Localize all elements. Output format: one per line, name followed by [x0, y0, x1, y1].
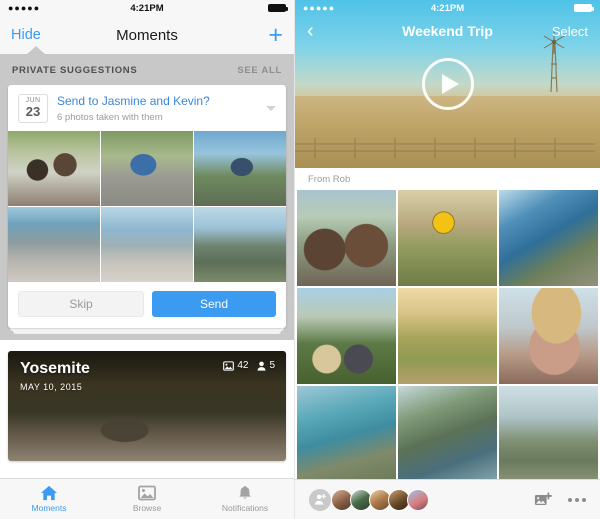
tab-moments[interactable]: Moments: [0, 485, 98, 513]
select-button[interactable]: Select: [552, 24, 588, 39]
photo-icon: [223, 361, 235, 371]
moment-meta: Yosemite MAY 10, 2015 42 5: [20, 360, 275, 392]
photo-thumbnail[interactable]: [297, 288, 396, 384]
tab-notifications[interactable]: Notifications: [196, 485, 294, 513]
left-tab-bar: Moments Browse Notifications: [0, 478, 294, 519]
send-button[interactable]: Send: [152, 291, 276, 318]
album-photo-grid: [295, 190, 600, 482]
left-status-bar: ●●●●● 4:21PM: [0, 0, 294, 16]
photo-count: 42: [237, 360, 249, 372]
chevron-down-icon[interactable]: [266, 105, 276, 111]
people-count: 5: [269, 360, 275, 372]
add-person-glyph: [314, 493, 326, 505]
skip-button[interactable]: Skip: [18, 291, 144, 318]
suggestion-photo-grid: [8, 130, 286, 283]
suggestions-title: PRIVATE SUGGESTIONS: [12, 65, 138, 76]
status-time: 4:21PM: [430, 2, 465, 14]
play-button[interactable]: [421, 58, 474, 110]
avatar[interactable]: [407, 488, 429, 511]
right-phone-screen: ●●●●● 4:21PM ‹ Weekend Trip Select From …: [295, 0, 600, 519]
battery-full-icon: [574, 4, 594, 12]
see-all-link[interactable]: SEE ALL: [237, 65, 282, 76]
bottom-bar-actions: [534, 491, 586, 508]
photo-thumbnail[interactable]: [499, 190, 598, 286]
status-time: 4:21PM: [130, 2, 164, 14]
more-dots-icon[interactable]: [568, 497, 586, 502]
page-title: Moments: [116, 26, 178, 44]
right-nav-bar: ‹ Weekend Trip Select: [295, 16, 600, 46]
photo-thumbnail[interactable]: [297, 386, 396, 482]
photo-thumbnail[interactable]: [194, 130, 286, 206]
date-day: 23: [25, 103, 41, 119]
participants-avatars: [309, 488, 429, 511]
moments-list: Yosemite MAY 10, 2015 42 5: [0, 340, 294, 462]
add-photo-icon[interactable]: [534, 491, 552, 508]
suggestions-header: PRIVATE SUGGESTIONS SEE ALL: [0, 54, 294, 85]
date-badge: JUN 23: [18, 94, 48, 123]
tab-label-browse: Browse: [132, 503, 162, 513]
hero-fence: [295, 138, 595, 158]
home-icon: [41, 485, 57, 501]
right-bottom-bar: [295, 479, 600, 519]
battery-full-icon: [268, 4, 288, 12]
play-icon: [441, 74, 459, 94]
suggestion-card-stack: JUN 23 Send to Jasmine and Kevin? 6 phot…: [8, 85, 286, 335]
bell-icon: [239, 485, 251, 499]
suggestion-card-actions: Skip Send: [8, 282, 286, 328]
tab-label-moments: Moments: [31, 503, 67, 513]
suggestion-headline[interactable]: Send to Jasmine and Kevin?: [57, 94, 260, 110]
photo-thumbnail[interactable]: [101, 207, 193, 283]
photo-icon: [138, 485, 156, 501]
moment-card-yosemite[interactable]: Yosemite MAY 10, 2015 42 5: [8, 351, 286, 462]
caret-up-icon: [26, 46, 46, 55]
moment-date: MAY 10, 2015: [20, 382, 83, 393]
person-icon: [258, 361, 266, 371]
photo-thumbnail[interactable]: [398, 190, 497, 286]
photo-thumbnail[interactable]: [297, 190, 396, 286]
from-bar: From Rob: [295, 168, 600, 190]
tab-label-notifications: Notifications: [221, 503, 269, 513]
from-label: From Rob: [308, 173, 351, 185]
photo-thumbnail[interactable]: [398, 386, 497, 482]
photo-thumbnail[interactable]: [194, 207, 286, 283]
suggestion-card-header: JUN 23 Send to Jasmine and Kevin? 6 phot…: [8, 85, 286, 131]
tab-browse[interactable]: Browse: [98, 485, 196, 513]
photo-thumbnail[interactable]: [8, 207, 100, 283]
private-suggestions-section: PRIVATE SUGGESTIONS SEE ALL JUN 23 Send …: [0, 46, 294, 341]
suggestion-text-block: Send to Jasmine and Kevin? 6 photos take…: [57, 94, 260, 123]
right-status-bar: ●●●●● 4:21PM: [295, 0, 600, 16]
moment-counts: 42 5: [223, 360, 275, 371]
suggestion-card[interactable]: JUN 23 Send to Jasmine and Kevin? 6 phot…: [8, 85, 286, 329]
photo-thumbnail[interactable]: [499, 288, 598, 384]
photo-thumbnail[interactable]: [101, 130, 193, 206]
photo-thumbnail[interactable]: [8, 130, 100, 206]
left-phone-screen: ●●●●● 4:21PM Hide Moments + PRIVATE SUGG…: [0, 0, 295, 519]
photo-thumbnail[interactable]: [398, 288, 497, 384]
dual-phone-screenshot: ●●●●● 4:21PM Hide Moments + PRIVATE SUGG…: [0, 0, 600, 519]
add-person-icon[interactable]: [309, 488, 331, 511]
photo-thumbnail[interactable]: [499, 386, 598, 482]
suggestion-subtext: 6 photos taken with them: [57, 111, 163, 123]
moment-title: Yosemite: [20, 360, 90, 378]
